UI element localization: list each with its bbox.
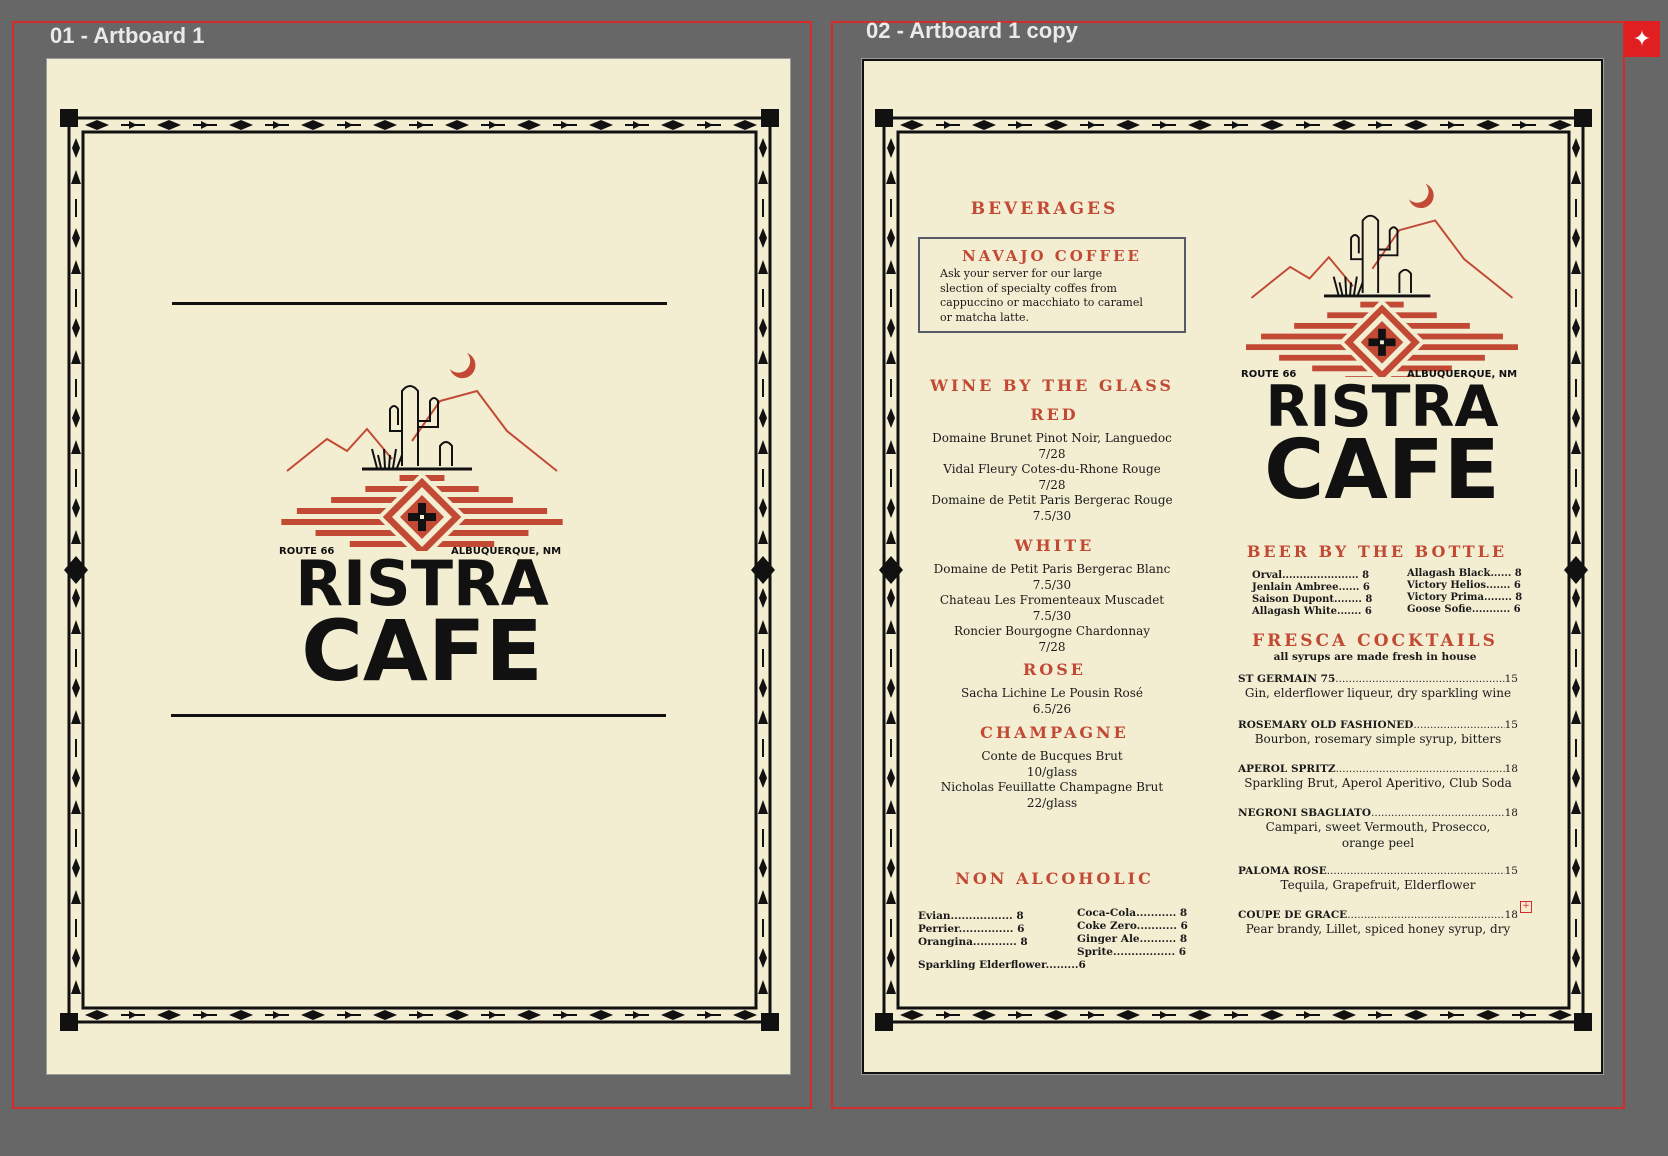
list-item: Nicholas Feuillatte Champagne Brut (940, 780, 1164, 794)
non-alcoholic-heading: NON ALCOHOLIC (955, 869, 1154, 888)
list-item: Goose Sofie........... 6 (1407, 604, 1521, 615)
mountains-right (1371, 219, 1514, 299)
beer-heading: BEER BY THE BOTTLE (1246, 542, 1508, 561)
rule-bottom (171, 714, 666, 717)
corner-block (1574, 109, 1592, 127)
artboard-1-page[interactable]: ROUTE 66 ALBUQUERQUE, NM RISTRA CAFE (46, 58, 791, 1075)
list-item: Allagash White....... 6 (1252, 606, 1372, 617)
list-item: Perrier............... 6 (918, 923, 1025, 935)
list-item: Coca-Cola........... 8 (1077, 907, 1188, 919)
pin-icon[interactable]: ✦ (1624, 21, 1660, 57)
list-item: Vidal Fleury Cotes-du-Rhone Rouge (943, 462, 1161, 476)
navajo-coffee-description: Ask your server for our large slection of… (940, 267, 1143, 324)
list-item: Conte de Bucques Brut (981, 749, 1123, 763)
rose-list: Sacha Lichine Le Pousin Rosé 6.5/26 (907, 686, 1197, 717)
non-alcoholic-bottom: Sparkling Elderflower.........6 (918, 959, 1086, 971)
list-item: Orangina............ 8 (918, 936, 1028, 948)
text-overflow-icon[interactable]: + (1520, 901, 1532, 913)
cactus-icon (1350, 214, 1412, 293)
red-list: Domaine Brunet Pinot Noir, Languedoc 7/28… (907, 431, 1197, 524)
cactus-icon (389, 385, 453, 466)
artboard-2-label[interactable]: 02 - Artboard 1 copy (866, 18, 1078, 44)
artboard-1-label[interactable]: 01 - Artboard 1 (50, 23, 204, 49)
logo-cafe: CAFE (301, 602, 543, 700)
artboard-2-page[interactable]: BEVERAGES NAVAJO COFFEE Ask your server … (861, 58, 1604, 1075)
wine-heading: WINE BY THE GLASS (930, 376, 1174, 395)
list-item: Evian................. 8 (918, 910, 1024, 922)
list-item: Coke Zero........... 6 (1077, 920, 1188, 932)
list-item: Orval...................... 8 (1252, 570, 1370, 581)
beer-left: Orval...................... 8 Jenlain Am… (1252, 570, 1372, 618)
list-item: Victory Helios....... 6 (1407, 580, 1521, 591)
navajo-coffee-heading: NAVAJO COFFEE (962, 247, 1142, 265)
list-item: Sprite................. 6 (1077, 946, 1187, 958)
cocktails-subtitle: all syrups are made fresh in house (1273, 651, 1477, 663)
corner-block (761, 1013, 779, 1031)
moon-icon (1409, 183, 1434, 209)
corner-block (60, 109, 78, 127)
corner-block (761, 109, 779, 127)
rule-top (172, 302, 667, 305)
list-item: ROSEMARY OLD FASHIONED15 Bourbon, rosema… (1238, 719, 1518, 763)
corner-block (875, 109, 893, 127)
list-item: Domaine de Petit Paris Bergerac Rouge (931, 493, 1173, 507)
desert-emblem (281, 353, 563, 551)
desert-emblem (1246, 183, 1518, 377)
white-list: Domaine de Petit Paris Bergerac Blanc 7.5… (907, 562, 1197, 655)
corner-block (60, 1013, 78, 1031)
champagne-heading: CHAMPAGNE (980, 723, 1129, 742)
non-alcoholic-right: Coca-Cola........... 8 Coke Zero........… (1077, 907, 1188, 959)
logo-cafe: CAFE (1264, 423, 1500, 518)
list-item: Saison Dupont........ 8 (1252, 594, 1373, 605)
white-heading: WHITE (1014, 536, 1095, 555)
list-item: Chateau Les Fromenteaux Muscadet (939, 593, 1165, 607)
list-item: Domaine Brunet Pinot Noir, Languedoc (932, 431, 1172, 445)
list-item: ST GERMAIN 7515 Gin, elderflower liqueur… (1238, 673, 1518, 719)
mountains-right (411, 389, 558, 472)
list-item: Allagash Black...... 8 (1407, 568, 1522, 579)
list-item: COUPE DE GRACE18 Pear brandy, Lillet, sp… (1238, 909, 1518, 939)
cocktail-list: ST GERMAIN 7515 Gin, elderflower liqueur… (1238, 673, 1518, 939)
list-item: Sacha Lichine Le Pousin Rosé (960, 686, 1143, 700)
list-item: APEROL SPRITZ18 Sparkling Brut, Aperol A… (1238, 763, 1518, 807)
moon-icon (450, 353, 476, 379)
list-item: Domaine de Petit Paris Bergerac Blanc (933, 562, 1171, 576)
corner-block (875, 1013, 893, 1031)
list-item: NEGRONI SBAGLIATO18 Campari, sweet Vermo… (1238, 807, 1518, 865)
non-alcoholic-left: Evian................. 8 Perrier........… (918, 910, 1028, 949)
red-heading: RED (1030, 405, 1079, 424)
list-item: Victory Prima........ 8 (1407, 592, 1523, 603)
navajo-coffee-box: NAVAJO COFFEE Ask your server for our la… (918, 237, 1186, 333)
list-item: Roncier Bourgogne Chardonnay (953, 624, 1151, 638)
list-item: Ginger Ale.......... 8 (1077, 933, 1188, 945)
rose-heading: ROSE (1023, 660, 1086, 679)
champagne-list: Conte de Bucques Brut 10/glass Nicholas F… (907, 749, 1197, 811)
corner-block (1574, 1013, 1592, 1031)
beer-right: Allagash Black...... 8 Victory Helios...… (1407, 568, 1522, 616)
beverages-heading: BEVERAGES (970, 199, 1119, 219)
cocktails-heading: FRESCA COCKTAILS (1252, 631, 1498, 651)
list-item: PALOMA ROSE15 Tequila, Grapefruit, Elder… (1238, 865, 1518, 909)
list-item: Jenlain Ambree...... 6 (1252, 582, 1370, 593)
